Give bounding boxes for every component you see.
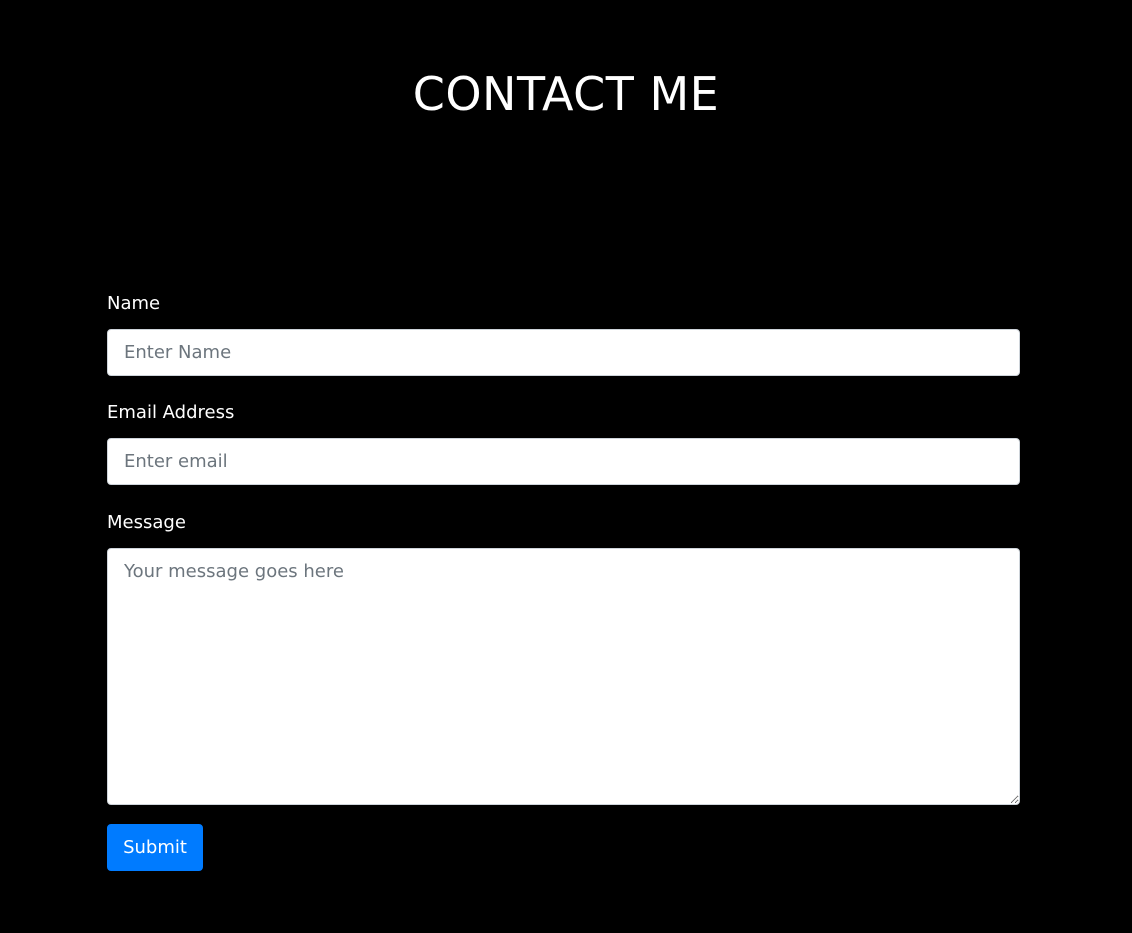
contact-form: Name Email Address Message Submit (107, 290, 1020, 871)
name-input[interactable] (107, 329, 1020, 376)
contact-page: CONTACT ME Name Email Address Message Su… (0, 0, 1132, 933)
submit-button[interactable]: Submit (107, 824, 203, 871)
name-label: Name (107, 293, 161, 314)
message-label: Message (107, 512, 186, 533)
name-group: Name (107, 290, 1020, 376)
email-label: Email Address (107, 402, 235, 423)
email-input[interactable] (107, 438, 1020, 485)
message-group: Message (107, 509, 1020, 805)
email-group: Email Address (107, 399, 1020, 485)
message-textarea[interactable] (107, 548, 1020, 805)
page-title: CONTACT ME (412, 67, 720, 121)
